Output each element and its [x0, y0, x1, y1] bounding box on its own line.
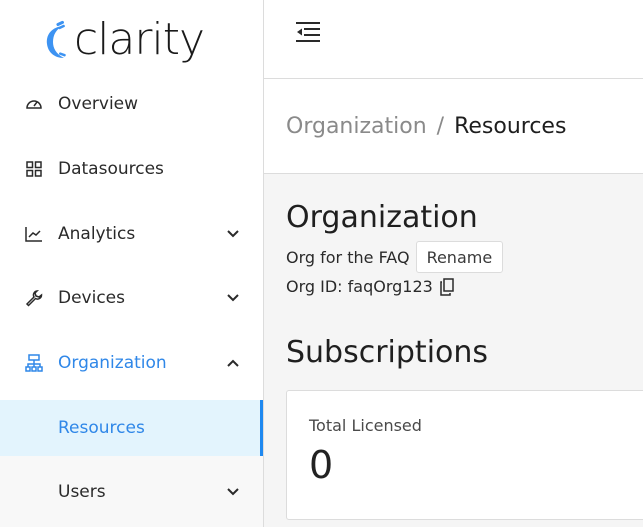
chevron-down-icon[interactable]: [226, 485, 240, 499]
copy-icon[interactable]: [439, 277, 455, 296]
card-value: 0: [309, 443, 334, 487]
sidebar-item-label: Resources: [58, 418, 145, 438]
main-content: Organization Org for the FAQ Rename Org …: [264, 175, 643, 527]
grid-icon: [25, 160, 43, 178]
org-description-row: Org for the FAQ Rename: [286, 241, 504, 273]
sidebar-item-datasources[interactable]: Datasources: [0, 141, 263, 197]
wrench-icon: [25, 289, 43, 307]
chevron-up-icon[interactable]: [226, 356, 240, 370]
card-label: Total Licensed: [309, 416, 422, 435]
breadcrumb-organization-link[interactable]: Organization: [286, 114, 427, 139]
total-licensed-card: Total Licensed 0: [286, 390, 643, 520]
org-chart-icon: [25, 354, 43, 372]
sidebar-item-overview[interactable]: Overview: [0, 76, 263, 132]
sidebar-item-resources[interactable]: Resources: [0, 400, 263, 456]
page-title: Organization: [286, 200, 478, 235]
sidebar-item-analytics[interactable]: Analytics: [0, 206, 263, 262]
org-id-row: Org ID: faqOrg123: [286, 277, 455, 296]
breadcrumb-separator: /: [436, 113, 445, 139]
sidebar-item-organization[interactable]: Organization: [0, 335, 263, 391]
sidebar-item-label: Datasources: [58, 159, 164, 179]
collapse-menu-icon[interactable]: [296, 22, 320, 44]
sidebar-item-label: Overview: [58, 94, 139, 114]
rename-button[interactable]: Rename: [415, 241, 504, 273]
line-chart-icon: [25, 225, 43, 243]
logo-text: clarity: [74, 14, 205, 65]
sidebar-item-devices[interactable]: Devices: [0, 270, 263, 326]
org-description: Org for the FAQ: [286, 247, 410, 267]
sidebar-item-label: Organization: [58, 353, 167, 373]
breadcrumb-current: Resources: [454, 113, 567, 139]
sidebar-item-label: Devices: [58, 288, 125, 308]
chevron-down-icon[interactable]: [226, 227, 240, 241]
chevron-down-icon[interactable]: [226, 291, 240, 305]
top-bar: [264, 0, 643, 79]
sidebar: clarity Overview Datasources Analytics D…: [0, 0, 264, 527]
dashboard-gauge-icon: [25, 95, 43, 113]
clarity-logo-icon: [46, 20, 66, 58]
org-id: Org ID: faqOrg123: [286, 277, 433, 296]
subscriptions-title: Subscriptions: [286, 335, 489, 370]
sidebar-item-label: Analytics: [58, 224, 136, 244]
breadcrumb: Organization / Resources: [264, 79, 643, 174]
sidebar-item-users[interactable]: Users: [0, 456, 263, 527]
sidebar-item-label: Users: [58, 481, 106, 502]
clarity-logo[interactable]: clarity: [42, 10, 205, 70]
